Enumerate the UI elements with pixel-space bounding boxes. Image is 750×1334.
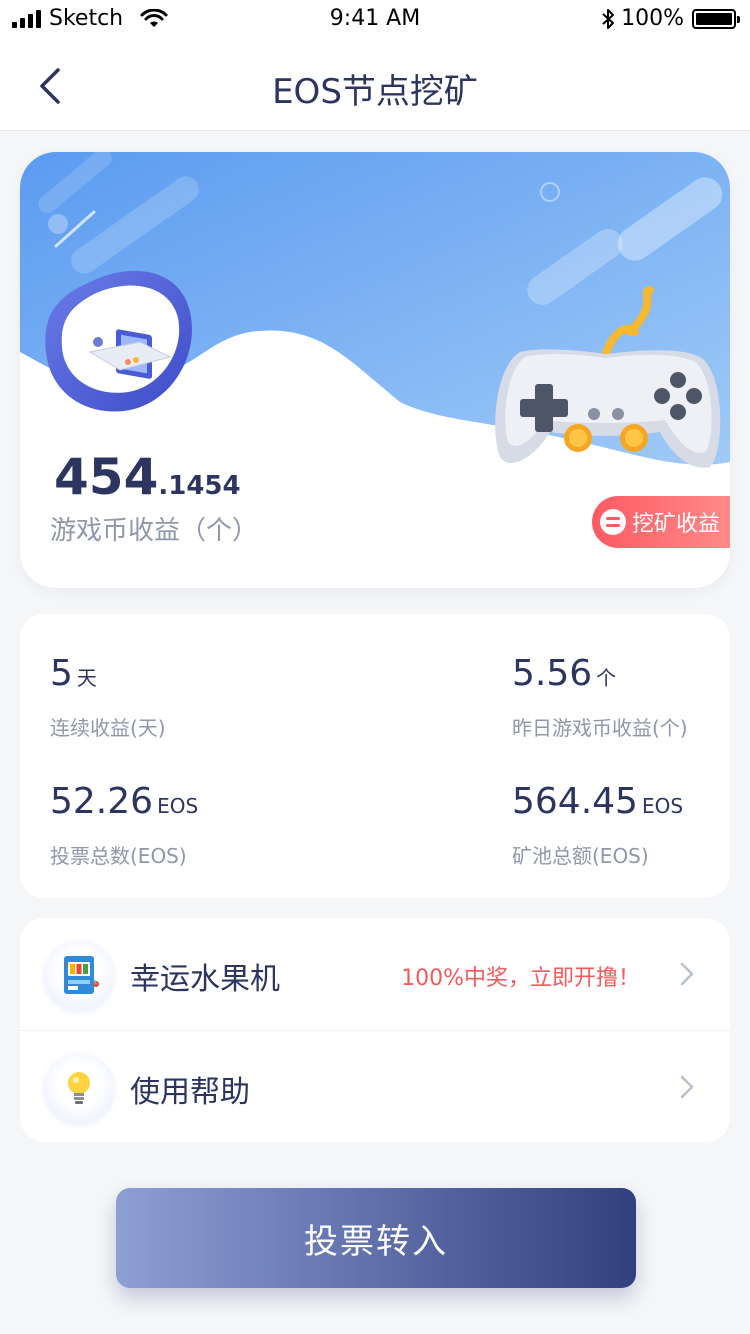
menu-item-label: 使用帮助 bbox=[130, 1075, 250, 1110]
exchange-icon bbox=[600, 509, 626, 535]
stat-votes: 52.26 EOS 投票总数(EOS) bbox=[50, 784, 198, 869]
stat-yesterday-label: 昨日游戏币收益(个) bbox=[512, 716, 688, 740]
earnings-card: 454.1454 游戏币收益（个） 挖矿收益 bbox=[20, 152, 730, 588]
menu-item-label: 幸运水果机 bbox=[130, 962, 280, 997]
stat-yesterday: 5.56 个 昨日游戏币收益(个) bbox=[512, 656, 688, 741]
earnings-amount-dec: .1454 bbox=[158, 471, 241, 501]
earnings-amount: 454.1454 bbox=[54, 448, 241, 506]
stat-pool-value: 564.45 bbox=[512, 781, 638, 822]
stats-card: 5天 连续收益(天) 5.56 个 昨日游戏币收益(个) 52.26 EOS 投票总… bbox=[20, 614, 730, 898]
earnings-amount-int: 454 bbox=[54, 448, 159, 506]
stat-streak-value: 5 bbox=[50, 653, 73, 694]
slot-machine-icon bbox=[44, 940, 114, 1010]
mining-earnings-label: 挖矿收益 bbox=[632, 512, 721, 537]
status-bar: Sketch 9:41 AM 100% bbox=[0, 0, 750, 40]
battery-icon bbox=[692, 8, 740, 29]
menu-item-help[interactable]: 使用帮助 bbox=[20, 1030, 730, 1143]
nav-bar: EOS节点挖矿 bbox=[0, 40, 750, 131]
promo-text: 100%中奖，立即开撸！ bbox=[401, 966, 640, 991]
stat-pool-unit: EOS bbox=[641, 794, 684, 818]
bluetooth-icon bbox=[602, 8, 615, 29]
stat-votes-value: 52.26 bbox=[50, 781, 154, 822]
stat-streak: 5天 连续收益(天) bbox=[50, 656, 166, 741]
chevron-right-icon bbox=[680, 1075, 694, 1099]
status-right: 100% bbox=[601, 6, 740, 31]
stat-pool-label: 矿池总额(EOS) bbox=[512, 844, 649, 868]
mining-earnings-button[interactable]: 挖矿收益 bbox=[592, 496, 730, 548]
stat-streak-unit: 天 bbox=[76, 666, 97, 690]
chevron-right-icon bbox=[680, 962, 694, 986]
lightbulb-icon bbox=[44, 1053, 114, 1123]
earnings-label: 游戏币收益（个） bbox=[50, 516, 259, 546]
battery-percent: 100% bbox=[621, 6, 684, 31]
stat-pool: 564.45 EOS 矿池总额(EOS) bbox=[512, 784, 683, 869]
menu-card: 幸运水果机 100%中奖，立即开撸！ 使用帮助 bbox=[20, 918, 730, 1142]
stat-votes-label: 投票总数(EOS) bbox=[50, 844, 187, 868]
vote-transfer-button[interactable]: 投票转入 bbox=[116, 1188, 636, 1288]
stat-yesterday-unit: 个 bbox=[596, 666, 617, 690]
stat-votes-unit: EOS bbox=[157, 794, 199, 818]
stat-streak-label: 连续收益(天) bbox=[50, 716, 166, 740]
menu-item-fruit-machine[interactable]: 幸运水果机 100%中奖，立即开撸！ bbox=[20, 918, 730, 1030]
page-title: EOS节点挖矿 bbox=[272, 72, 478, 112]
stat-yesterday-value: 5.56 bbox=[512, 653, 593, 694]
